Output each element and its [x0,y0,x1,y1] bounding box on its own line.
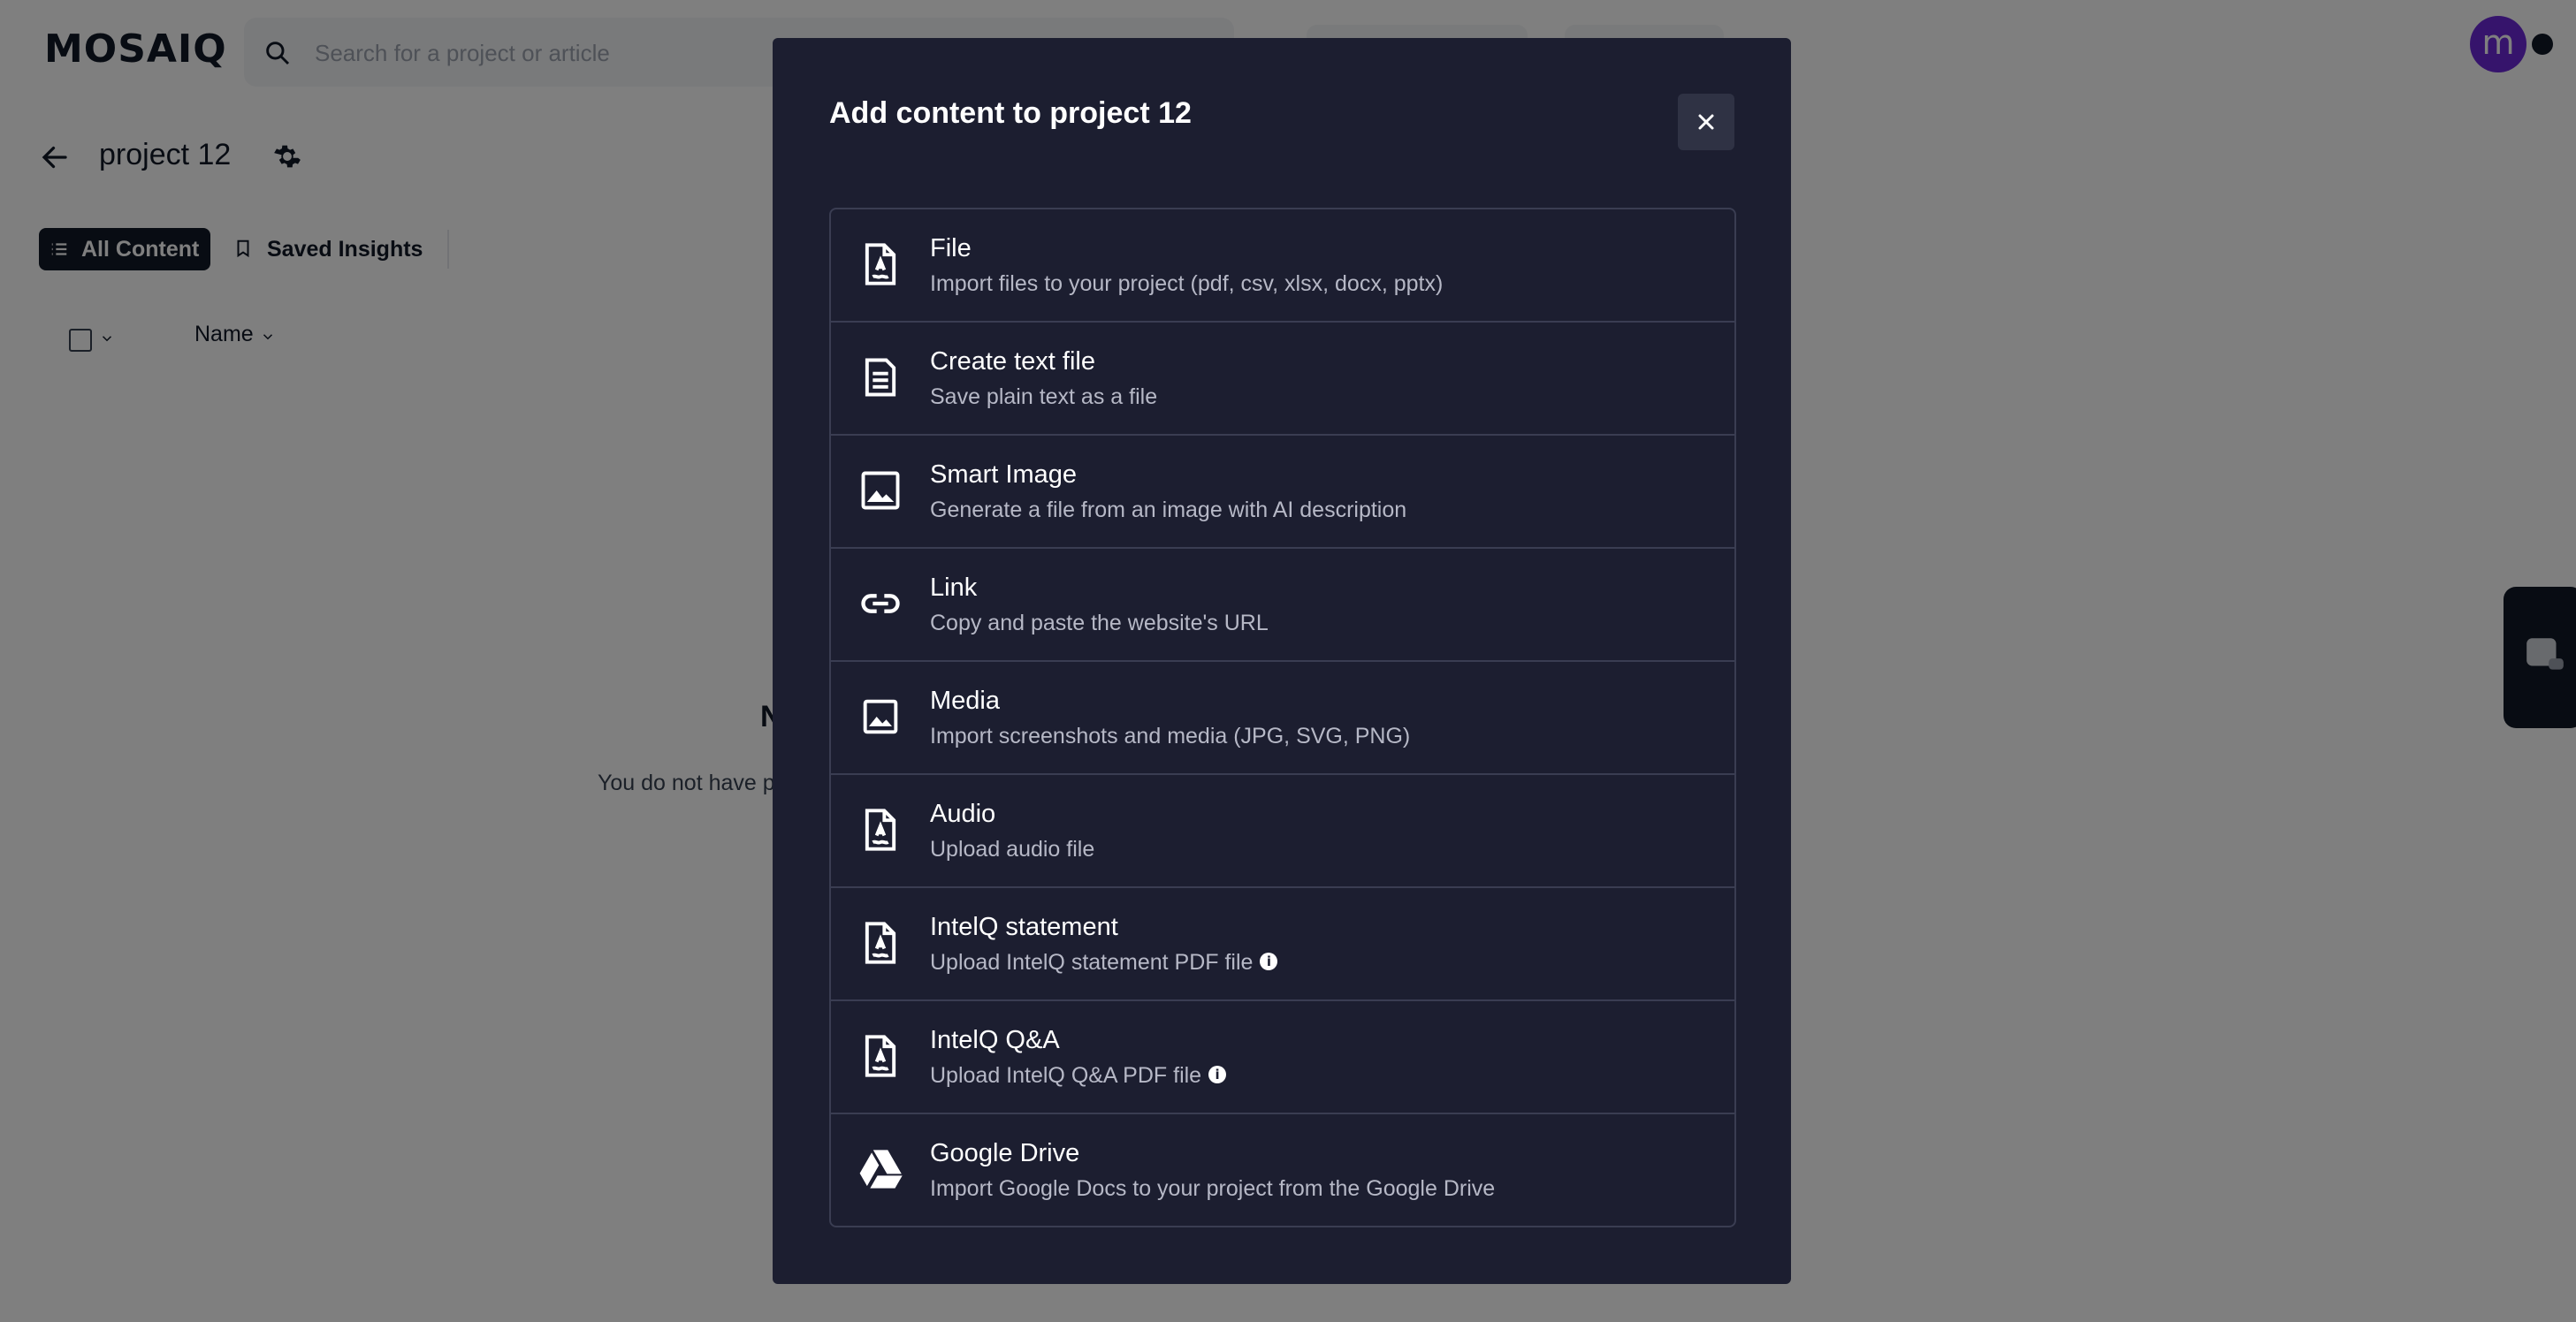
info-icon[interactable]: i [1208,1066,1227,1084]
option-link[interactable]: Link Copy and paste the website's URL [831,549,1734,662]
option-title: Link [930,574,978,602]
option-description: Import files to your project (pdf, csv, … [930,271,1444,296]
option-title: Audio [930,800,996,828]
option-title: Media [930,687,1000,715]
option-audio[interactable]: Audio Upload audio file [831,775,1734,888]
option-title: IntelQ statement [930,913,1118,941]
option-google-drive[interactable]: Google Drive Import Google Docs to your … [831,1114,1734,1226]
option-file[interactable]: File Import files to your project (pdf, … [831,209,1734,323]
image-icon [861,471,900,510]
option-description: Copy and paste the website's URL [930,611,1269,635]
option-media[interactable]: Media Import screenshots and media (JPG,… [831,662,1734,775]
option-description-text: Upload IntelQ statement PDF file [930,950,1254,975]
option-title: Smart Image [930,460,1077,489]
qa-file-icon [865,1035,896,1077]
media-icon [863,699,898,734]
modal-title: Add content to project 12 [829,96,1192,130]
option-intelq-qa[interactable]: IntelQ Q&A Upload IntelQ Q&A PDF file i [831,1001,1734,1114]
file-document-icon [865,243,896,285]
close-button[interactable] [1678,94,1734,150]
google-drive-icon [859,1150,903,1189]
option-title: IntelQ Q&A [930,1026,1060,1054]
option-title: Google Drive [930,1139,1080,1167]
link-icon [861,594,900,613]
option-title: File [930,234,972,262]
option-create-text-file[interactable]: Create text file Save plain text as a fi… [831,323,1734,436]
option-description-text: Upload IntelQ Q&A PDF file [930,1063,1202,1088]
option-description: Import Google Docs to your project from … [930,1176,1496,1201]
option-description: Upload IntelQ Q&A PDF file i [930,1063,1227,1089]
option-description: Upload audio file [930,837,1095,862]
option-smart-image[interactable]: Smart Image Generate a file from an imag… [831,436,1734,549]
option-description: Upload IntelQ statement PDF file i [930,950,1278,976]
option-intelq-statement[interactable]: IntelQ statement Upload IntelQ statement… [831,888,1734,1001]
text-file-icon [865,358,896,397]
option-description: Import screenshots and media (JPG, SVG, … [930,724,1411,748]
add-content-modal: Add content to project 12 File Import fi… [773,38,1791,1284]
option-description: Generate a file from an image with AI de… [930,498,1407,522]
info-icon[interactable]: i [1260,953,1278,971]
option-title: Create text file [930,347,1095,376]
option-description: Save plain text as a file [930,384,1158,409]
audio-file-icon [865,809,896,851]
statement-file-icon [865,922,896,964]
content-options-list: File Import files to your project (pdf, … [829,208,1736,1227]
close-icon [1698,114,1714,130]
